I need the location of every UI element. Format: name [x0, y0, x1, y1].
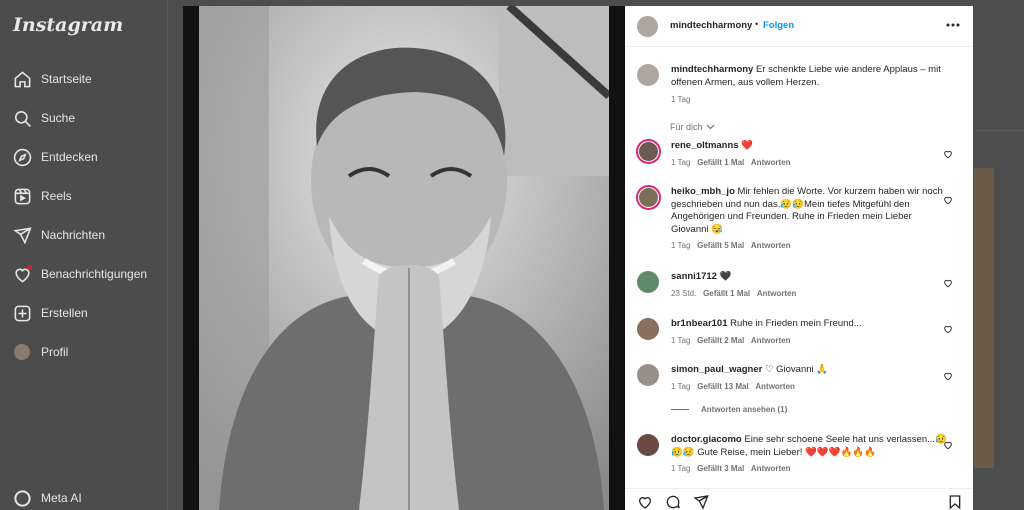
comment-time[interactable]: 1 Tag — [671, 464, 690, 473]
commenter-avatar[interactable] — [637, 318, 659, 340]
background-post-image — [974, 168, 994, 468]
comment-like-icon[interactable] — [943, 440, 953, 450]
commenter-avatar[interactable] — [636, 139, 661, 164]
instagram-logo[interactable]: Instagram — [13, 14, 123, 36]
sidebar-item-label: Profil — [41, 345, 69, 359]
view-replies-label: Antworten ansehen (1) — [701, 404, 788, 414]
post-media[interactable] — [183, 6, 625, 510]
portrait-illustration — [199, 6, 609, 510]
sidebar-item-entdecken[interactable]: Entdecken — [12, 145, 98, 169]
commenter-avatar[interactable] — [637, 364, 659, 386]
comment-time[interactable]: 23 Std. — [671, 289, 696, 298]
sidebar-item-label: Erstellen — [41, 306, 88, 320]
divider — [671, 408, 689, 410]
post-header: mindtechharmony • Folgen — [625, 6, 973, 47]
plus-icon — [12, 303, 32, 323]
reply-button[interactable]: Antworten — [755, 382, 795, 391]
sidebar-item-label: Startseite — [41, 72, 92, 86]
comment-like-icon[interactable] — [943, 371, 953, 381]
reply-button[interactable]: Antworten — [757, 289, 797, 298]
comments-panel: mindtechharmony • Folgen mindtechharmony… — [625, 6, 973, 510]
compass-icon — [12, 147, 32, 167]
comment-username[interactable]: simon_paul_wagner — [671, 364, 762, 375]
sidebar-item-label: Nachrichten — [41, 228, 106, 242]
comment-text: Ruhe in Frieden mein Freund... — [730, 318, 862, 329]
follow-button[interactable]: Folgen — [763, 20, 794, 31]
reply-button[interactable]: Antworten — [751, 336, 791, 345]
comment-text: ♡ Giovanni 🙏 — [764, 364, 829, 375]
reply-button[interactable]: Antworten — [751, 241, 791, 250]
sidebar: Instagram Startseite Suche Entdecken Ree… — [0, 0, 168, 510]
sidebar-item-profil[interactable]: Profil — [12, 340, 68, 364]
commenter-avatar[interactable] — [637, 271, 659, 293]
sort-label: Für dich — [670, 122, 703, 132]
sidebar-item-reels[interactable]: Reels — [12, 184, 72, 208]
separator-dot: • — [755, 19, 759, 29]
action-bar — [625, 488, 973, 510]
comment-like-icon[interactable] — [943, 195, 953, 205]
comment-likes[interactable]: Gefällt 5 Mal — [697, 241, 744, 250]
home-icon — [12, 69, 32, 89]
reply-button[interactable]: Antworten — [751, 158, 791, 167]
sidebar-item-suche[interactable]: Suche — [12, 106, 75, 130]
bookmark-icon[interactable] — [947, 494, 963, 510]
comment-username[interactable]: br1nbear101 — [671, 318, 728, 329]
sidebar-item-label: Benachrichtigungen — [41, 267, 148, 281]
caption-username[interactable]: mindtechharmony — [671, 64, 753, 75]
heart-icon — [12, 264, 32, 284]
comment-likes[interactable]: Gefällt 2 Mal — [697, 336, 744, 345]
post-photo — [199, 6, 609, 510]
sidebar-item-label: Meta AI — [41, 491, 82, 505]
comment-time[interactable]: 1 Tag — [671, 158, 690, 167]
avatar — [12, 342, 32, 362]
sidebar-item-meta-ai[interactable]: Meta AI — [12, 486, 82, 510]
comment-time[interactable]: 1 Tag — [671, 336, 690, 345]
sort-dropdown[interactable]: Für dich — [670, 122, 715, 132]
send-icon — [12, 225, 32, 245]
sidebar-item-benachrichtigungen[interactable]: Benachrichtigungen — [12, 262, 147, 286]
divider — [974, 130, 1024, 131]
reply-button[interactable]: Antworten — [751, 464, 791, 473]
comment-username[interactable]: rene_oltmanns — [671, 140, 739, 151]
comment-text: ❤️ — [741, 140, 754, 151]
author-avatar[interactable] — [637, 16, 658, 37]
comment-username[interactable]: sanni1712 — [671, 271, 717, 282]
sidebar-item-label: Entdecken — [41, 150, 98, 164]
author-username[interactable]: mindtechharmony — [670, 20, 752, 31]
search-icon — [12, 108, 32, 128]
author-avatar[interactable] — [637, 64, 659, 86]
comment-time[interactable]: 1 Tag — [671, 241, 690, 250]
background-feed — [974, 0, 1024, 510]
sidebar-item-erstellen[interactable]: Erstellen — [12, 301, 88, 325]
reels-icon — [12, 186, 32, 206]
chevron-down-icon — [706, 124, 714, 130]
comment-like-icon[interactable] — [943, 324, 953, 334]
comment-like-icon[interactable] — [943, 278, 953, 288]
commenter-avatar[interactable] — [637, 434, 659, 456]
sidebar-item-startseite[interactable]: Startseite — [12, 67, 92, 91]
like-icon[interactable] — [637, 494, 653, 510]
sidebar-item-label: Reels — [41, 189, 72, 203]
sidebar-item-label: Suche — [41, 111, 76, 125]
more-icon[interactable] — [945, 17, 961, 33]
comment-likes[interactable]: Gefällt 13 Mal — [697, 382, 749, 391]
comment-like-icon[interactable] — [943, 149, 953, 159]
comment-icon[interactable] — [665, 494, 681, 510]
meta-ai-icon — [12, 488, 32, 508]
notification-dot — [27, 265, 32, 270]
comment-username[interactable]: doctor.giacomo — [671, 434, 742, 445]
commenter-avatar[interactable] — [636, 185, 661, 210]
comment-likes[interactable]: Gefällt 3 Mal — [697, 464, 744, 473]
caption-time[interactable]: 1 Tag — [671, 95, 951, 104]
comment-likes[interactable]: Gefällt 1 Mal — [697, 158, 744, 167]
comment-likes[interactable]: Gefällt 1 Mal — [703, 289, 750, 298]
sidebar-item-nachrichten[interactable]: Nachrichten — [12, 223, 105, 247]
comment-username[interactable]: heiko_mbh_jo — [671, 186, 735, 197]
comment-time[interactable]: 1 Tag — [671, 382, 690, 391]
view-replies-button[interactable]: Antworten ansehen (1) — [671, 405, 951, 414]
comment-text: 🖤 — [719, 271, 732, 282]
share-icon[interactable] — [693, 494, 709, 510]
